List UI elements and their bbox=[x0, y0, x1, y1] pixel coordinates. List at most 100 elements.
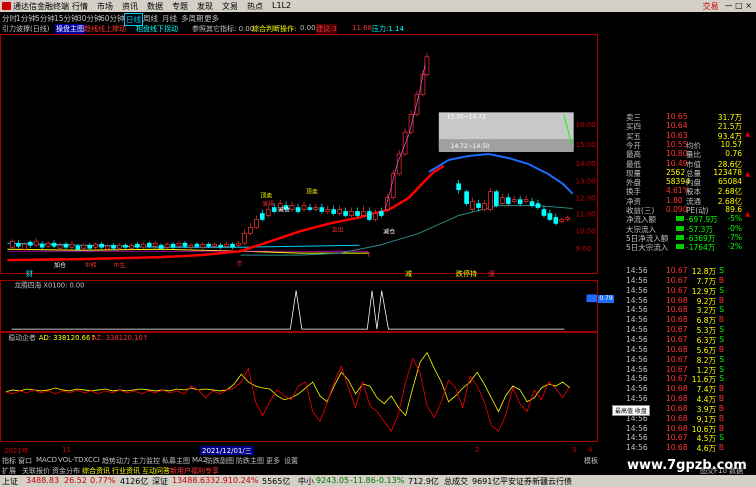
price-tick-16: 16.00 bbox=[576, 121, 596, 129]
tick-row[interactable]: 14:56 10.68 6.8万 B bbox=[600, 315, 756, 325]
main-bottom-label-2: 减 bbox=[405, 270, 412, 278]
arrow-mid-icon[interactable]: ▲ bbox=[745, 170, 750, 178]
period-tab-15min[interactable]: 15分钟 bbox=[54, 13, 79, 24]
tick-row[interactable]: 14:56 10.68 5.6万 B bbox=[600, 345, 756, 355]
period-tab-intraday[interactable]: 分时 bbox=[2, 13, 17, 24]
period-tab-weekly[interactable]: 周线 bbox=[143, 13, 158, 24]
indicator-label-main[interactable]: 操盘主图 bbox=[55, 24, 85, 34]
quote-row: 外盘 58394 内盘 65084 bbox=[600, 177, 756, 187]
tick-row[interactable]: 14:56 10.67 6.3万 S bbox=[600, 335, 756, 345]
tick-row[interactable]: 14:56 10.67 12.9万 S bbox=[600, 286, 756, 296]
sub-chart-ad[interactable]: 稳动企者 AD: 338120.66↑ AZ: 338120.10↑ bbox=[0, 332, 598, 442]
period-tab-60min[interactable]: 60分钟 bbox=[100, 13, 125, 24]
tick-time: 14:56 bbox=[626, 285, 648, 295]
candle-body bbox=[123, 244, 128, 248]
annotation-3: 减仓 bbox=[278, 206, 290, 214]
tooltip-popup: 最高值 收盘 bbox=[612, 405, 650, 416]
tick-row[interactable]: 14:56 10.68 4.6万 B bbox=[600, 443, 756, 453]
tick-row[interactable]: 14:56 10.68 9.2万 B bbox=[600, 296, 756, 306]
period-tab-1min[interactable]: 1分钟 bbox=[16, 13, 36, 24]
flow-bar bbox=[676, 225, 684, 231]
tab-vol-tdx[interactable]: VOL-TDX bbox=[58, 456, 88, 464]
quote-row: 今开 10.55 均价 10.57 bbox=[600, 140, 756, 150]
tick-row[interactable]: 14:56 10.68 10.6万 B bbox=[600, 424, 756, 434]
candle-body bbox=[390, 173, 396, 198]
candle-body bbox=[343, 211, 348, 216]
menu-item-topics[interactable]: 专题 bbox=[172, 1, 197, 12]
quote-value-2: 89.6 bbox=[725, 205, 742, 214]
candle-body bbox=[176, 242, 182, 247]
tick-row[interactable]: 14:56 10.67 5.3万 S bbox=[600, 325, 756, 335]
candle-body bbox=[337, 209, 342, 214]
side-arrow-buttons[interactable]: ▲ ▲ ▲ bbox=[745, 130, 755, 250]
menu-item-market[interactable]: 市场 bbox=[97, 1, 122, 12]
tick-row[interactable]: 14:56 10.67 12.8万 S bbox=[600, 266, 756, 276]
menu-item-quotes[interactable]: 行情 bbox=[72, 1, 97, 12]
period-tab-monthly[interactable]: 月线 bbox=[162, 13, 177, 24]
status-zx-label[interactable]: 中小 bbox=[298, 476, 314, 487]
status-sz-label[interactable]: 深证 bbox=[152, 476, 168, 487]
candle-body bbox=[420, 74, 426, 95]
tab-cci[interactable]: CCI bbox=[88, 456, 100, 464]
menu-item-hot[interactable]: 热点 bbox=[247, 1, 272, 12]
trade-button[interactable]: 交易 bbox=[703, 1, 719, 12]
annotation-10: 加仓 bbox=[54, 261, 66, 269]
sub-chart-longteng[interactable]: 龙腾四海 X0100: 0.00 bbox=[0, 280, 598, 332]
status-sz-value: 13488.63 bbox=[172, 476, 211, 485]
period-tab-multi[interactable]: 多周期 bbox=[181, 13, 204, 24]
tick-row[interactable]: 14:56 10.68 4.4万 B bbox=[600, 394, 756, 404]
time-axis-mid3: 2 bbox=[475, 446, 480, 454]
flow-row: 5日大宗流入 -1764万 -2% bbox=[600, 242, 756, 252]
candle-body bbox=[505, 197, 511, 204]
price-tick-15: 15.00 bbox=[576, 141, 596, 149]
tick-row[interactable]: 14:56 10.67 7.7万 B bbox=[600, 276, 756, 286]
menu-item-l1l2[interactable]: L1L2 bbox=[272, 1, 297, 12]
price-box-upper-label: 15.35~14.72 bbox=[447, 113, 486, 120]
indicator-name[interactable]: 引力波撑(日线) bbox=[2, 24, 49, 34]
menu-item-data[interactable]: 数据 bbox=[147, 1, 172, 12]
window-controls[interactable]: — □ × bbox=[725, 1, 752, 12]
arrow-up-icon[interactable]: ▲ bbox=[745, 130, 750, 138]
tick-direction: B bbox=[718, 423, 724, 433]
tick-price: 10.68 bbox=[666, 403, 688, 413]
candle-body bbox=[511, 199, 517, 202]
candle-body bbox=[16, 242, 21, 247]
period-tab-30min[interactable]: 30分钟 bbox=[77, 13, 102, 24]
ma-blue-line bbox=[428, 152, 574, 195]
time-axis-right: 4 bbox=[588, 446, 593, 454]
period-tab-more[interactable]: 更多 bbox=[204, 13, 219, 24]
main-kline-chart[interactable]: 16.00 15.00 14.00 13.00 12.00 11.00 10.0… bbox=[0, 34, 598, 274]
tick-row[interactable]: 14:56 10.68 3.2万 S bbox=[600, 305, 756, 315]
price-axis: 16.00 15.00 14.00 13.00 12.00 11.00 10.0… bbox=[576, 121, 596, 253]
tick-row[interactable]: 14:56 10.67 11.6万 S bbox=[600, 374, 756, 384]
menu-item-wenyi[interactable]: 文易 bbox=[222, 1, 247, 12]
candle-body bbox=[313, 207, 319, 210]
arrow-down-icon[interactable]: ▲ bbox=[745, 210, 750, 218]
candle-body bbox=[111, 244, 116, 249]
time-axis: 2021年 11 2021/12/01/三 2 3 4 bbox=[0, 446, 598, 456]
candle-body bbox=[373, 213, 378, 220]
tick-direction: B bbox=[718, 443, 724, 453]
tick-row[interactable]: 14:56 10.67 4.5万 S bbox=[600, 433, 756, 443]
tick-price: 10.68 bbox=[666, 423, 688, 433]
menu-item-news[interactable]: 资讯 bbox=[122, 1, 147, 12]
tab-ma2[interactable]: MA2 bbox=[192, 456, 207, 464]
candle-body bbox=[295, 207, 301, 212]
annotation-1: 顶卖 bbox=[260, 193, 272, 200]
candle-body bbox=[27, 241, 33, 246]
candle-body bbox=[212, 243, 218, 247]
indicator-value-judge: 0.00 bbox=[300, 24, 316, 32]
candle-body bbox=[456, 183, 461, 191]
menu-item-discover[interactable]: 发现 bbox=[197, 1, 222, 12]
candle-body bbox=[565, 217, 571, 220]
tick-row[interactable]: 14:56 10.67 1.2万 S bbox=[600, 365, 756, 375]
tick-list[interactable]: 14:56 10.67 12.8万 S 14:56 10.67 7.7万 B 14:56 10.6… bbox=[600, 262, 756, 457]
period-tab-5min[interactable]: 5分钟 bbox=[35, 13, 55, 24]
status-sh-label[interactable]: 上证 bbox=[2, 476, 18, 487]
tick-row[interactable]: 14:56 10.68 7.4万 B bbox=[600, 384, 756, 394]
price-tick-14: 14.00 bbox=[576, 160, 596, 168]
tick-row[interactable]: 14:56 10.67 8.2万 S bbox=[600, 355, 756, 365]
status-sh-amount: 4126亿 bbox=[120, 477, 149, 486]
tab-macd[interactable]: MACD bbox=[36, 456, 57, 464]
tick-direction: S bbox=[719, 266, 724, 275]
